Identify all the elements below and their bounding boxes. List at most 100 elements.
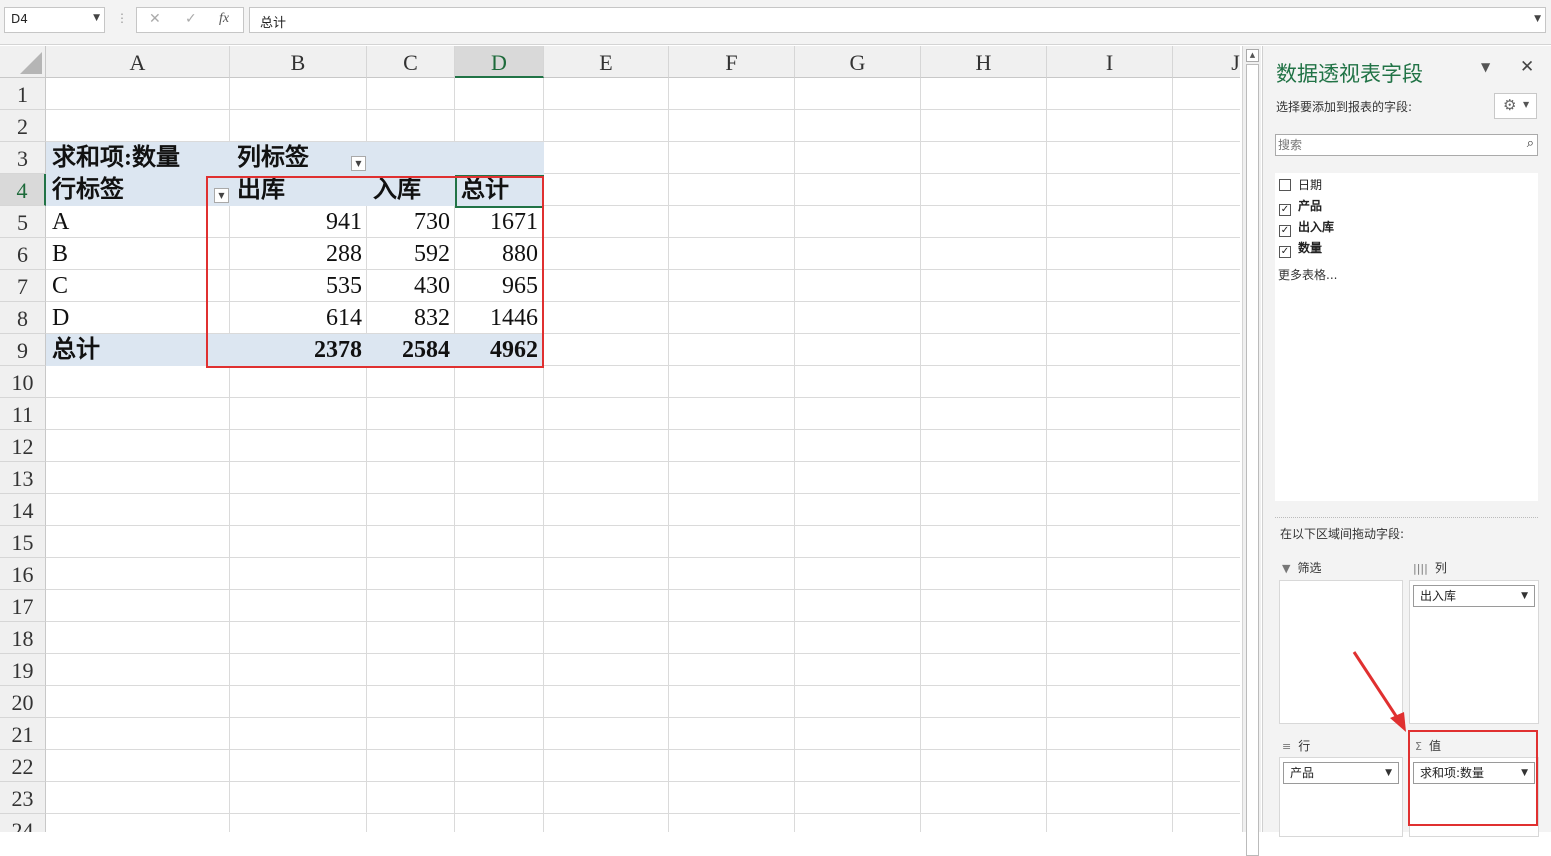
column-header-h[interactable]: H xyxy=(921,46,1047,78)
row-header-12[interactable]: 12 xyxy=(0,430,46,462)
column-header-a[interactable]: A xyxy=(46,46,230,78)
pivot-row-d-value-1[interactable]: 832 xyxy=(370,302,450,334)
chevron-down-icon[interactable]: ▼ xyxy=(1521,586,1528,606)
row-header-9[interactable]: 9 xyxy=(0,334,46,366)
pivot-row-b-value-0[interactable]: 288 xyxy=(282,238,362,270)
row-header-2[interactable]: 2 xyxy=(0,110,46,142)
checkbox-checked-icon[interactable]: ✓ xyxy=(1279,225,1291,237)
select-all-button[interactable] xyxy=(0,46,46,78)
field-item[interactable]: ✓ 出入库 xyxy=(1279,217,1334,237)
row-header-15[interactable]: 15 xyxy=(0,526,46,558)
columns-field-pill[interactable]: 出入库 ▼ xyxy=(1413,585,1535,607)
row-header-14[interactable]: 14 xyxy=(0,494,46,526)
row-filter-dropdown-icon[interactable]: ▼ xyxy=(214,188,229,203)
more-tables-link[interactable]: 更多表格... xyxy=(1278,266,1337,283)
columns-area-dropzone[interactable]: 出入库 ▼ xyxy=(1409,580,1539,724)
row-header-16[interactable]: 16 xyxy=(0,558,46,590)
rows-area-dropzone[interactable]: 产品 ▼ xyxy=(1279,757,1403,837)
row-header-10[interactable]: 10 xyxy=(0,366,46,398)
row-header-8[interactable]: 8 xyxy=(0,302,46,334)
field-item[interactable]: 日期 xyxy=(1279,175,1322,195)
rows-field-pill[interactable]: 产品 ▼ xyxy=(1283,762,1399,784)
pivot-row-label-header[interactable]: 行标签 xyxy=(52,174,124,206)
row-header-18[interactable]: 18 xyxy=(0,622,46,654)
checkbox-checked-icon[interactable]: ✓ xyxy=(1279,246,1291,258)
checkbox-empty-icon[interactable] xyxy=(1279,179,1291,191)
row-header-21[interactable]: 21 xyxy=(0,718,46,750)
pivot-row-c-value-1[interactable]: 430 xyxy=(370,270,450,302)
row-header-20[interactable]: 20 xyxy=(0,686,46,718)
row-header-24[interactable]: 24 xyxy=(0,814,46,832)
pivot-row-c-value-0[interactable]: 535 xyxy=(282,270,362,302)
pivot-row-d-value-0[interactable]: 614 xyxy=(282,302,362,334)
row-header-5[interactable]: 5 xyxy=(0,206,46,238)
column-header-i[interactable]: I xyxy=(1047,46,1173,78)
row-header-23[interactable]: 23 xyxy=(0,782,46,814)
column-header-g[interactable]: G xyxy=(795,46,921,78)
cancel-icon[interactable]: ✕ xyxy=(149,11,161,27)
close-icon[interactable]: ✕ xyxy=(1520,57,1534,77)
formula-input[interactable]: 总计 ▼ xyxy=(249,7,1546,33)
checkbox-checked-icon[interactable]: ✓ xyxy=(1279,204,1291,216)
row-header-22[interactable]: 22 xyxy=(0,750,46,782)
values-field-pill[interactable]: 求和项:数量 ▼ xyxy=(1413,762,1535,784)
name-box[interactable]: D4 ▼ xyxy=(4,7,105,33)
row-header-3[interactable]: 3 xyxy=(0,142,46,174)
pivot-row-a-value-1[interactable]: 730 xyxy=(370,206,450,238)
row-header-1[interactable]: 1 xyxy=(0,78,46,110)
field-item[interactable]: ✓ 产品 xyxy=(1279,196,1322,216)
row-header-19[interactable]: 19 xyxy=(0,654,46,686)
pivot-row-a-value-0[interactable]: 941 xyxy=(282,206,362,238)
column-header-f[interactable]: F xyxy=(669,46,795,78)
grid-row-line xyxy=(46,525,1240,526)
values-area-dropzone[interactable]: 求和项:数量 ▼ xyxy=(1409,757,1539,837)
column-header-b[interactable]: B xyxy=(230,46,367,78)
field-search-box[interactable]: ⌕ xyxy=(1275,134,1538,156)
pivot-col-header-out[interactable]: 出库 xyxy=(237,174,285,206)
enter-icon[interactable]: ✓ xyxy=(185,11,197,27)
pivot-row-a-value-2[interactable]: 1671 xyxy=(458,206,538,238)
chevron-down-icon[interactable]: ▼ xyxy=(93,13,100,23)
pivot-row-d-label[interactable]: D xyxy=(52,302,69,334)
column-header-e[interactable]: E xyxy=(544,46,669,78)
insert-function-icon[interactable]: fx xyxy=(219,11,229,27)
col-filter-dropdown-icon[interactable]: ▼ xyxy=(351,156,366,171)
pivot-row-b-value-1[interactable]: 592 xyxy=(370,238,450,270)
chevron-down-icon[interactable]: ▼ xyxy=(1385,763,1392,783)
field-item[interactable]: ✓ 数量 xyxy=(1279,238,1322,258)
pivot-row-c-label[interactable]: C xyxy=(52,270,68,302)
chevron-down-icon[interactable]: ▼ xyxy=(1521,763,1528,783)
pivot-grand-total-value-1[interactable]: 2584 xyxy=(370,334,450,366)
field-search-input[interactable] xyxy=(1278,136,1508,154)
pivot-grand-total-value-2[interactable]: 4962 xyxy=(458,334,538,366)
vertical-scrollbar[interactable]: ▲ xyxy=(1242,46,1261,856)
worksheet-grid[interactable]: ABCDEFGHIJ 1 2 3 4 5 6 7 8 9 10 11 12 13 14 15 16 17 18 19… xyxy=(0,46,1240,832)
layout-settings-button[interactable]: ⚙ ▼ xyxy=(1494,93,1537,119)
pane-subtitle: 选择要添加到报表的字段: xyxy=(1276,100,1413,114)
column-header-d[interactable]: D xyxy=(455,46,544,78)
row-header-4[interactable]: 4 xyxy=(0,174,46,206)
scroll-up-icon[interactable]: ▲ xyxy=(1246,49,1259,62)
pivot-row-d-value-2[interactable]: 1446 xyxy=(458,302,538,334)
pivot-row-a-label[interactable]: A xyxy=(52,206,69,238)
row-header-7[interactable]: 7 xyxy=(0,270,46,302)
column-header-j[interactable]: J xyxy=(1173,46,1240,78)
pivot-col-header-in[interactable]: 入库 xyxy=(373,174,421,206)
chevron-down-icon[interactable]: ▼ xyxy=(1534,14,1541,24)
pane-options-icon[interactable]: ▼ xyxy=(1481,60,1490,74)
pivot-row-c-value-2[interactable]: 965 xyxy=(458,270,538,302)
row-header-11[interactable]: 11 xyxy=(0,398,46,430)
pivot-grand-total-label[interactable]: 总计 xyxy=(52,334,100,366)
row-header-6[interactable]: 6 xyxy=(0,238,46,270)
pivot-grand-total-value-0[interactable]: 2378 xyxy=(282,334,362,366)
grid-row-line xyxy=(46,557,1240,558)
column-header-c[interactable]: C xyxy=(367,46,455,78)
pivot-row-b-value-2[interactable]: 880 xyxy=(458,238,538,270)
search-icon[interactable]: ⌕ xyxy=(1527,136,1534,151)
scrollbar-thumb[interactable] xyxy=(1246,64,1259,856)
pivot-col-label-header[interactable]: 列标签 xyxy=(237,142,309,174)
pivot-value-header[interactable]: 求和项:数量 xyxy=(52,142,180,174)
pivot-row-b-label[interactable]: B xyxy=(52,238,68,270)
row-header-17[interactable]: 17 xyxy=(0,590,46,622)
row-header-13[interactable]: 13 xyxy=(0,462,46,494)
